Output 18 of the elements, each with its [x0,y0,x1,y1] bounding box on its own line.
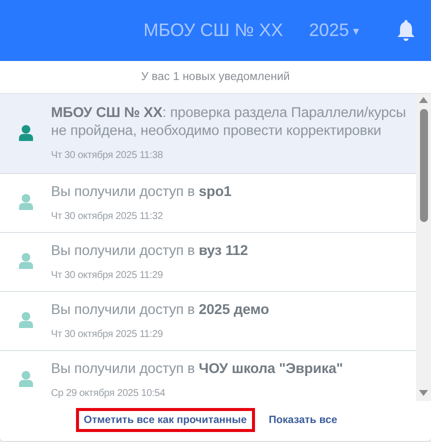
notification-time: Чт 30 октября 2025 11:38 [51,150,164,161]
notification-message[interactable]: МБОУ СШ № ХХ: проверка раздела Параллели/курсы не пройдена, необходимо провести корректировки [51,104,410,140]
notification-time: Ср 29 октября 2025 10:54 [51,388,166,398]
bell-icon[interactable] [397,20,415,41]
caret-icon: ▾ [353,24,359,38]
notification-time: Чт 30 октября 2025 11:32 [51,210,164,222]
school-name: МБОУ СШ № ХХ [143,20,283,41]
notification-message[interactable]: Вы получили доступ в ЧОУ школа "Эврика" [51,360,410,378]
show-all-link[interactable]: Показать все [260,408,346,432]
notification-time: Чт 30 октября 2025 11:29 [51,270,164,280]
notification-message[interactable]: Вы получили доступ в spo1 [51,182,410,200]
scroll-thumb[interactable] [420,109,428,222]
notification-message[interactable]: Вы получили доступ в вуз 112 [51,242,410,260]
year-dropdown[interactable]: 2025 ▾ [308,20,359,41]
notification-time: Чт 30 октября 2025 11:29 [51,328,164,340]
notification-message[interactable]: Вы получили доступ в 2025 демо [51,300,410,318]
scrollbar[interactable] [416,94,431,401]
mark-all-read-link[interactable]: Отметить все как прочитанные [76,408,255,432]
